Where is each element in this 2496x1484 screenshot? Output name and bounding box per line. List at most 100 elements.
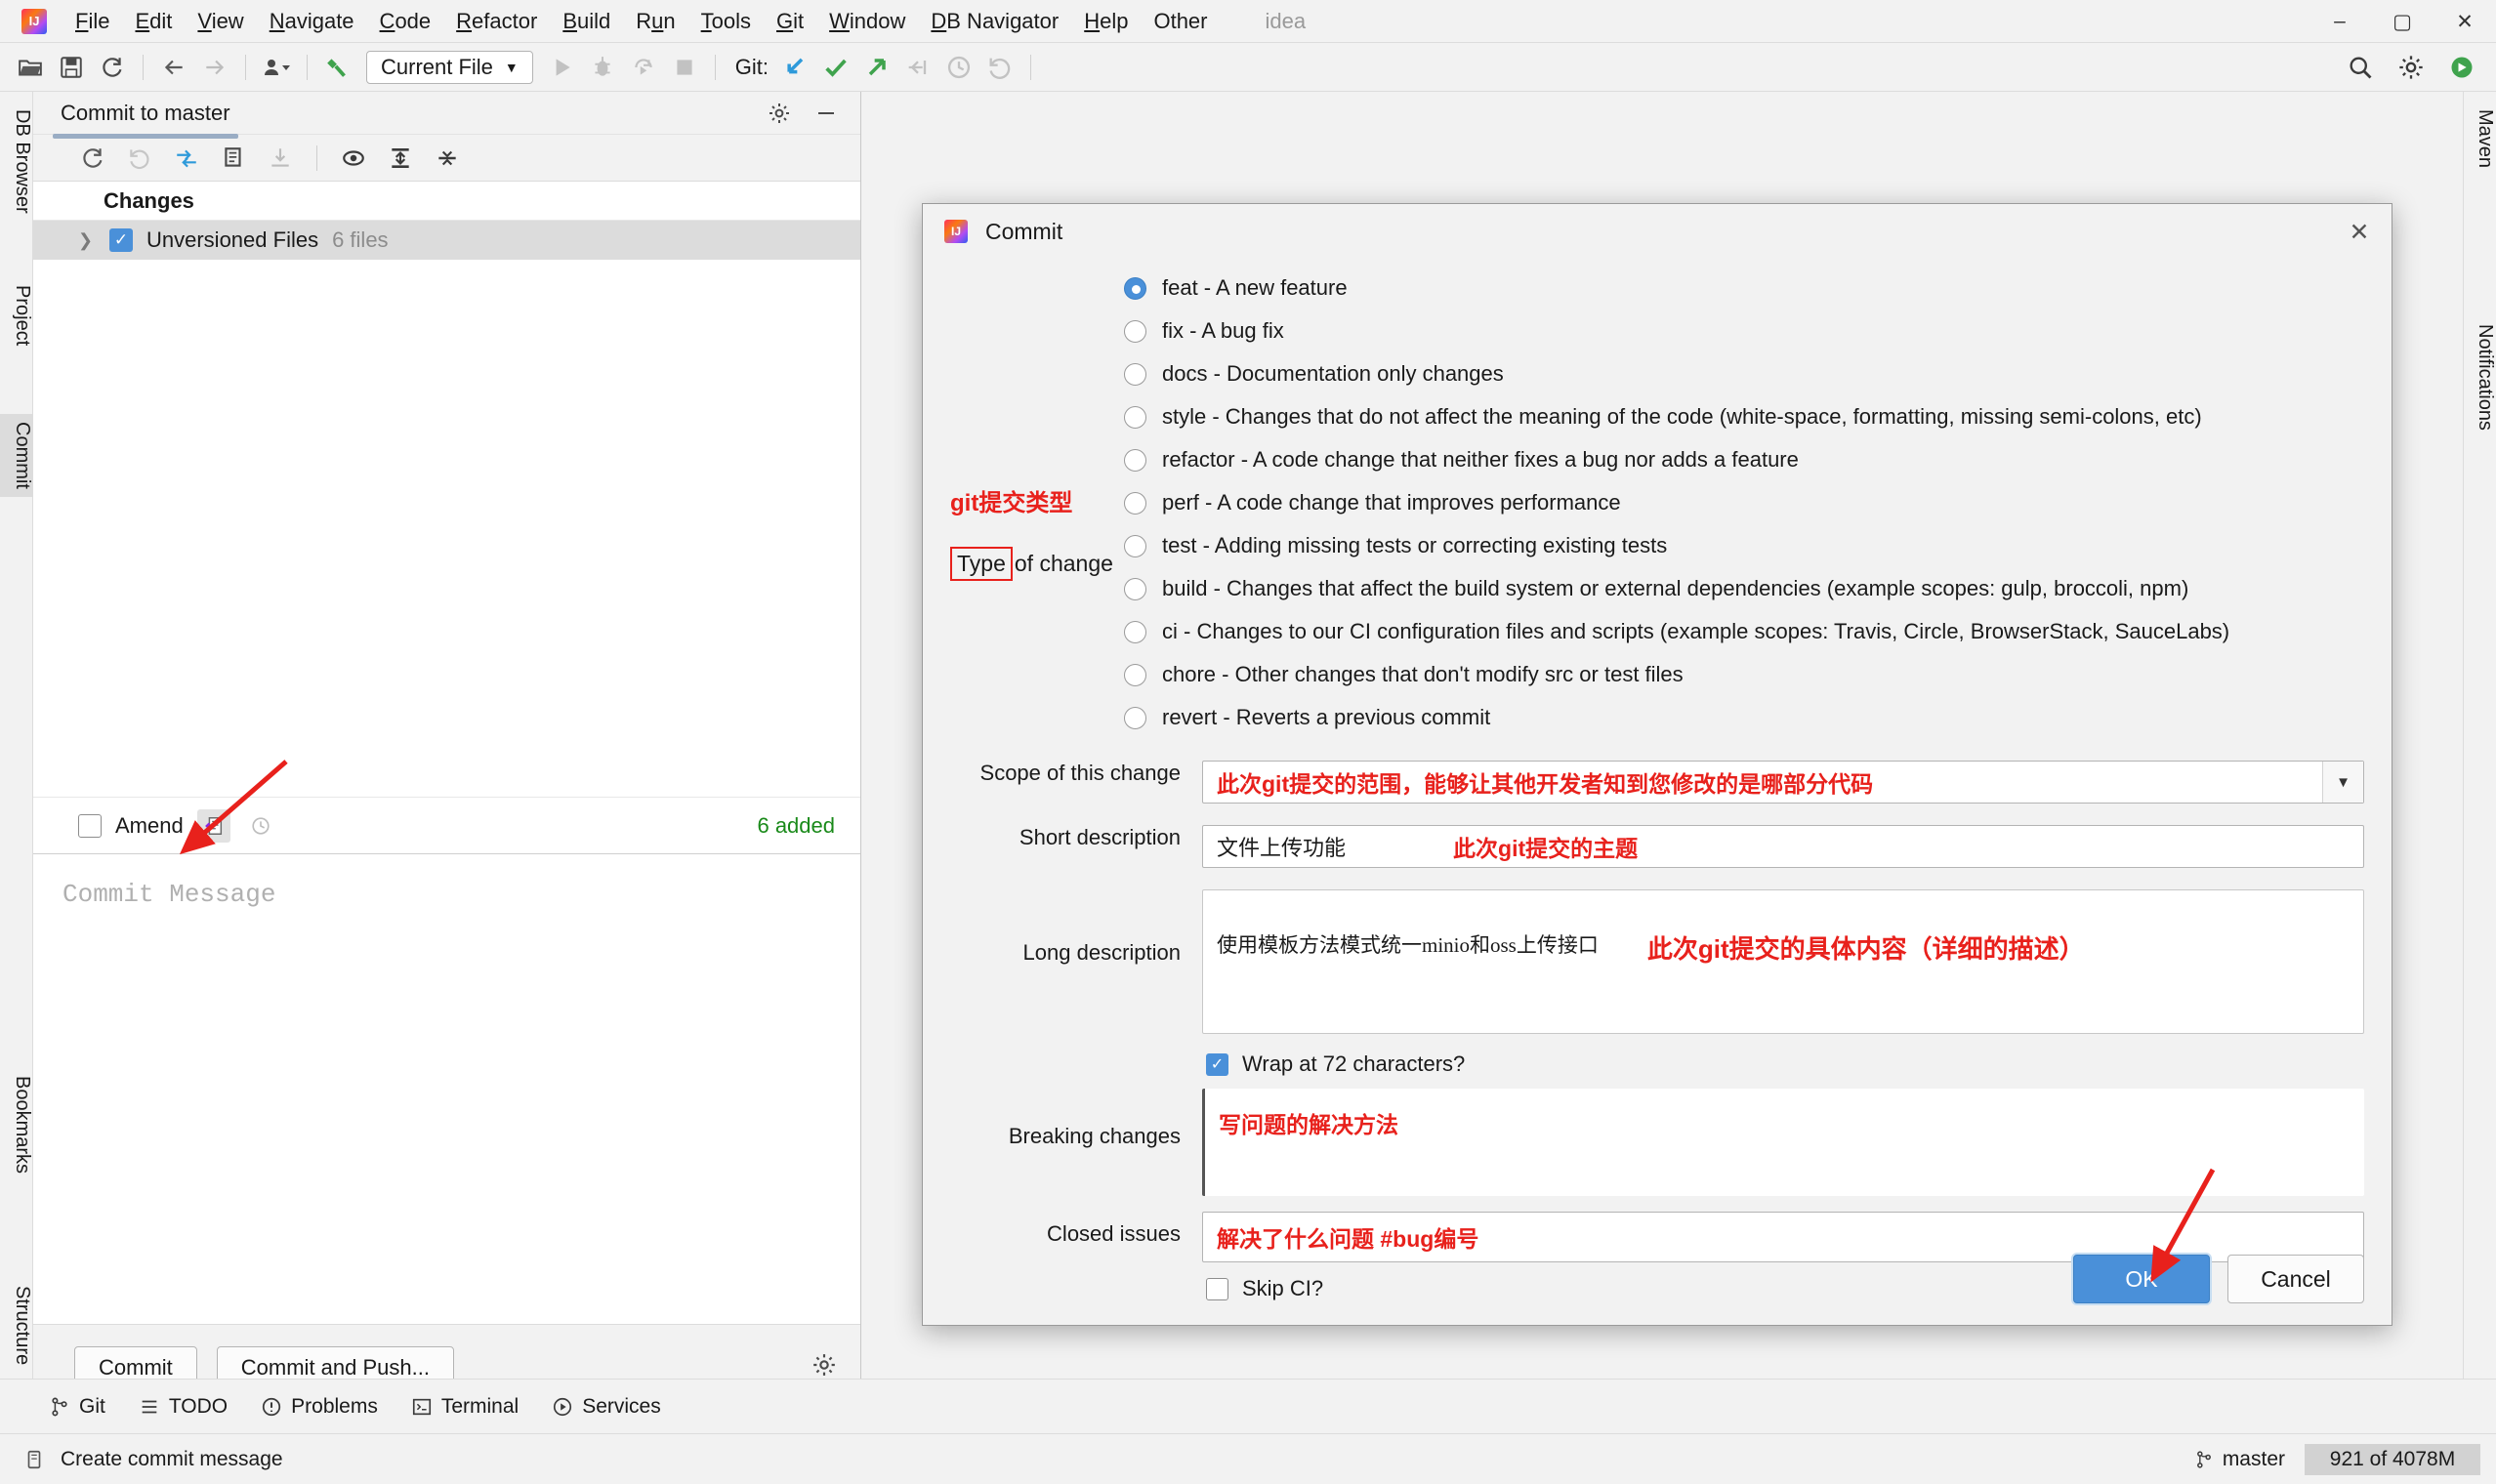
menu-item-code[interactable]: Code [367,7,444,36]
amend-checkbox[interactable] [78,813,102,838]
refresh-changes-icon[interactable] [72,138,113,179]
commit-message-input[interactable]: Commit Message [33,853,860,1341]
menu-item-refactor[interactable]: Refactor [443,7,550,36]
user-dropdown-icon[interactable] [256,47,297,88]
git-update-project-icon[interactable] [774,47,815,88]
bottom-tool-bar[interactable]: Git TODO Problems Terminal Services [0,1379,2496,1433]
sync-refresh-icon[interactable] [92,47,133,88]
settings-gear-icon[interactable] [2391,47,2432,88]
menu-item-edit[interactable]: Edit [122,7,185,36]
commit-panel-toolbar[interactable] [33,135,860,182]
chevron-down-icon[interactable]: ▼ [2322,762,2363,803]
radio-ci[interactable] [1124,620,1146,643]
sidebar-item-bookmarks[interactable]: Bookmarks [0,1068,33,1181]
radio-fix[interactable] [1124,319,1146,343]
short-description-input[interactable]: 文件上传功能 此次git提交的主题 [1202,825,2364,868]
run-icon[interactable] [541,47,582,88]
sidebar-item-structure[interactable]: Structure [0,1278,33,1373]
window-controls[interactable]: – ▢ ✕ [2309,0,2496,43]
short-description-row[interactable]: Short description 文件上传功能 此次git提交的主题 [950,825,2364,868]
run-with-coverage-icon[interactable] [623,47,664,88]
stop-icon[interactable] [664,47,705,88]
bottom-item-git[interactable]: Git [49,1395,105,1419]
preview-eye-icon[interactable] [333,138,374,179]
forward-arrow-icon[interactable] [194,47,235,88]
changes-tree-body[interactable] [33,260,860,797]
menu-item-view[interactable]: View [185,7,256,36]
sidebar-item-project[interactable]: Project [0,277,33,353]
show-diff-icon[interactable] [166,138,207,179]
sidebar-item-notifications[interactable]: Notifications [2463,316,2496,438]
commit-dialog[interactable]: Commit ✕ git提交类型 Type of change feat - A… [922,203,2392,1326]
ide-assistant-icon[interactable] [2441,47,2482,88]
commit-type-option-revert[interactable]: revert - Reverts a previous commit [1124,696,2364,739]
commit-type-option-build[interactable]: build - Changes that affect the build sy… [1124,567,2364,610]
close-icon[interactable]: ✕ [2434,0,2496,43]
scope-combo-input[interactable]: 此次git提交的范围，能够让其他开发者知到您修改的是哪部分代码 ▼ [1202,761,2364,804]
chevron-right-icon[interactable]: ❯ [78,230,96,251]
minimize-icon[interactable]: – [2309,0,2371,43]
radio-chore[interactable] [1124,663,1146,686]
dialog-button-bar[interactable]: OK Cancel [2073,1255,2364,1303]
breaking-changes-row[interactable]: Breaking changes 写问题的解决方法 [950,1089,2364,1196]
menu-bar[interactable]: File Edit View Navigate Code Refactor Build Run… [62,7,1221,36]
menu-item-navigate[interactable]: Navigate [257,7,367,36]
commit-message-history-icon[interactable] [196,808,230,843]
bottom-item-services[interactable]: Services [552,1395,661,1419]
get-from-vcs-icon[interactable] [260,138,301,179]
menu-item-db-navigator[interactable]: DB Navigator [918,7,1071,36]
hide-panel-icon[interactable] [806,93,847,134]
wrap-at-72-checkbox[interactable]: ✓ [1206,1052,1228,1076]
unversioned-checkbox[interactable]: ✓ [109,228,133,252]
expand-all-icon[interactable] [380,138,421,179]
debug-icon[interactable] [582,47,623,88]
commit-type-option-style[interactable]: style - Changes that do not affect the m… [1124,395,2364,438]
radio-style[interactable] [1124,405,1146,429]
radio-feat[interactable] [1124,276,1146,300]
bottom-item-todo[interactable]: TODO [139,1395,228,1419]
git-rollback-icon[interactable] [979,47,1020,88]
main-toolbar[interactable]: Current File ▼ Git: [0,43,2496,92]
right-tool-strip[interactable]: Maven Notifications [2463,92,2496,1379]
menu-item-file[interactable]: File [62,7,122,36]
long-description-row[interactable]: Long description 使用模板方法模式统一minio和oss上传接口… [950,889,2364,1034]
recent-messages-clock-icon[interactable] [244,809,277,843]
skip-ci-checkbox[interactable] [1206,1277,1228,1300]
memory-usage-indicator[interactable]: 921 of 4078M [2305,1443,2480,1475]
git-branch-merge-icon[interactable] [897,47,938,88]
radio-docs[interactable] [1124,362,1146,386]
dialog-body[interactable]: git提交类型 Type of change feat - A new feat… [923,259,2392,1301]
left-tool-strip[interactable]: DB Browser Project Commit Bookmarks Stru… [0,92,33,1379]
radio-revert[interactable] [1124,706,1146,729]
back-arrow-icon[interactable] [153,47,194,88]
run-configuration-selector[interactable]: Current File ▼ [366,50,533,84]
wrap-at-72-row[interactable]: ✓ Wrap at 72 characters? [1206,1051,2364,1077]
save-all-icon[interactable] [51,47,92,88]
menu-item-build[interactable]: Build [550,7,623,36]
radio-refactor[interactable] [1124,448,1146,472]
commit-type-option-fix[interactable]: fix - A bug fix [1124,309,2364,352]
open-folder-icon[interactable] [10,47,51,88]
menu-item-window[interactable]: Window [816,7,918,36]
commit-tool-window[interactable]: Commit to master Changes ❯ ✓ Unversioned… [33,92,861,1410]
menu-item-tools[interactable]: Tools [688,7,764,36]
git-push-icon[interactable] [856,47,897,88]
tab-commit-to-master[interactable]: Commit to master [53,95,238,139]
commit-type-option-perf[interactable]: perf - A code change that improves perfo… [1124,481,2364,524]
unversioned-files-row[interactable]: ❯ ✓ Unversioned Files 6 files [33,221,860,260]
breaking-changes-input[interactable]: 写问题的解决方法 [1202,1089,2364,1196]
menu-item-git[interactable]: Git [764,7,816,36]
status-bar[interactable]: Create commit message master 921 of 4078… [0,1433,2496,1484]
sidebar-item-db-browser[interactable]: DB Browser [0,102,33,222]
menu-item-other[interactable]: Other [1141,7,1220,36]
commit-type-option-test[interactable]: test - Adding missing tests or correctin… [1124,524,2364,567]
ok-button[interactable]: OK [2073,1255,2210,1303]
collapse-all-icon[interactable] [427,138,468,179]
dialog-close-icon[interactable]: ✕ [2345,218,2374,247]
commit-type-option-chore[interactable]: chore - Other changes that don't modify … [1124,653,2364,696]
search-icon[interactable] [2340,47,2381,88]
sidebar-item-commit[interactable]: Commit [0,414,33,497]
git-history-clock-icon[interactable] [938,47,979,88]
maximize-icon[interactable]: ▢ [2371,0,2434,43]
commit-type-radio-group[interactable]: feat - A new feature fix - A bug fix docs … [1124,259,2364,739]
